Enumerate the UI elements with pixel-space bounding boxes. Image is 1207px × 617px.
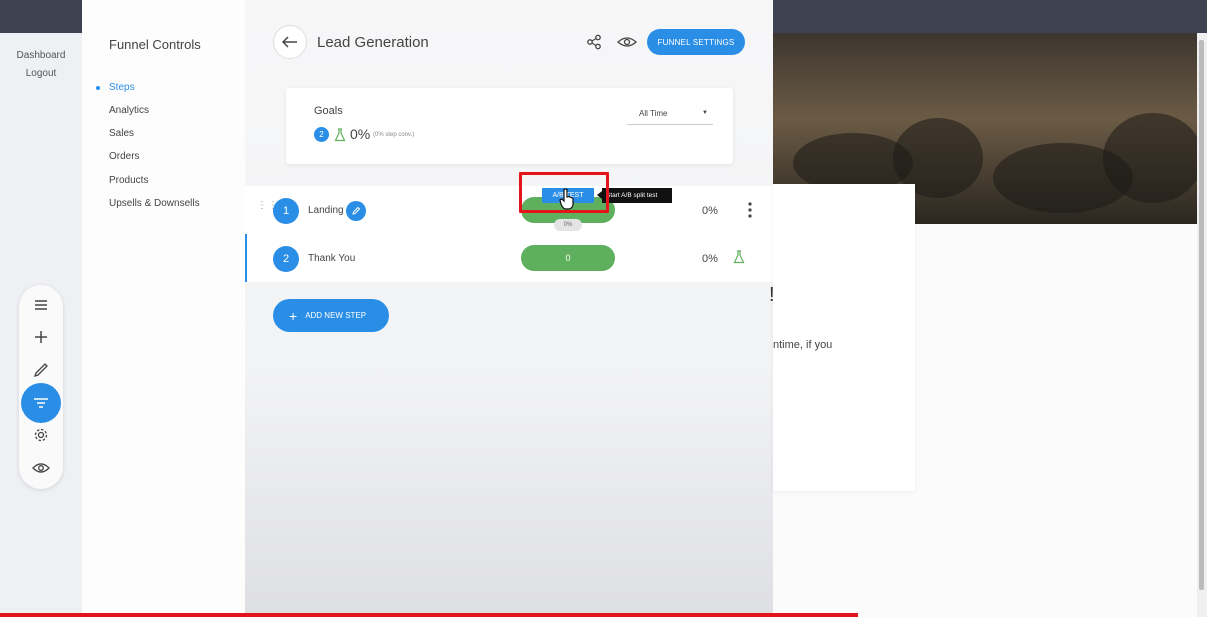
menu-icon[interactable] [19, 291, 63, 319]
goals-label: Goals [314, 105, 343, 117]
eye-icon[interactable] [19, 454, 63, 482]
step-row[interactable]: 2 Thank You 0 0% [245, 234, 773, 282]
step-name[interactable]: Landing [308, 205, 344, 216]
steps-list: ⋮⋮ 1 Landing 0% 0% 2 Thank You 0 0% [245, 186, 773, 282]
step-name[interactable]: Thank You [308, 253, 355, 264]
sidebar-title: Funnel Controls [109, 37, 201, 52]
tool-pill [19, 285, 63, 489]
step-row[interactable]: ⋮⋮ 1 Landing 0% 0% [245, 186, 773, 234]
add-step-label: ADD NEW STEP [305, 311, 367, 320]
brush-icon[interactable] [19, 356, 63, 384]
logout-link[interactable]: Logout [0, 68, 82, 79]
sidebar-item-sales[interactable]: Sales [109, 128, 134, 139]
preview-card: ! ntime, if you [769, 184, 915, 491]
page-preview: ! ntime, if you [769, 33, 1197, 617]
step-conv-badge: 0% [554, 219, 582, 231]
plus-icon[interactable] [19, 323, 63, 351]
scrollbar-thumb[interactable] [1199, 40, 1204, 590]
step-stats-pill[interactable]: 0 [521, 245, 615, 271]
goals-card: Goals 2 0% (0% step conv.) All Time ▼ [286, 88, 733, 164]
preview-text: ntime, if you [773, 339, 833, 351]
funnel-controls-sidebar: Funnel Controls Steps Analytics Sales Or… [82, 0, 245, 617]
step-number: 2 [273, 246, 299, 272]
dashboard-link[interactable]: Dashboard [0, 50, 82, 61]
step-number: 1 [273, 198, 299, 224]
funnel-icon[interactable] [21, 383, 61, 423]
add-new-step-button[interactable]: + ADD NEW STEP [273, 299, 389, 332]
ab-test-tooltip: Start A/B split test [597, 188, 672, 203]
sidebar-item-label: Steps [109, 82, 135, 93]
goals-count-badge: 2 [314, 127, 329, 142]
plus-icon: + [289, 307, 298, 324]
back-button[interactable] [273, 25, 307, 59]
app-strip: Dashboard Logout [0, 33, 82, 617]
funnel-settings-button[interactable]: FUNNEL SETTINGS [647, 29, 745, 55]
main-panel: Lead Generation FUNNEL SETTINGS Goals 2 … [245, 0, 773, 617]
goals-percent: 0% [350, 126, 371, 142]
drag-handle-icon[interactable]: ⋮⋮ [257, 201, 278, 216]
edit-pencil-icon[interactable] [346, 201, 366, 221]
hand-cursor-icon [559, 188, 574, 210]
sidebar-item-steps[interactable]: Steps [96, 82, 135, 93]
sidebar-item-upsells[interactable]: Upsells & Downsells [109, 198, 200, 209]
step-percent: 0% [702, 253, 718, 265]
preview-eye-icon[interactable] [616, 32, 638, 52]
goals-step-conv: (0% step conv.) [373, 132, 415, 138]
arrow-left-icon [282, 36, 297, 48]
more-options-icon[interactable] [747, 202, 753, 218]
step-percent: 0% [702, 205, 718, 217]
active-bullet [96, 86, 100, 90]
time-range-value: All Time [639, 109, 668, 118]
caret-down-icon: ▼ [702, 110, 708, 116]
video-progress-bar[interactable] [0, 613, 858, 617]
flask-icon[interactable] [733, 250, 745, 264]
flask-icon [334, 128, 346, 142]
preview-heading-mark: ! [769, 284, 775, 306]
page-title: Lead Generation [317, 34, 429, 51]
gear-icon[interactable] [19, 421, 63, 449]
sidebar-item-products[interactable]: Products [109, 175, 148, 186]
sidebar-item-analytics[interactable]: Analytics [109, 105, 149, 116]
time-range-select[interactable]: All Time ▼ [627, 106, 713, 125]
share-icon[interactable] [584, 32, 604, 52]
sidebar-item-orders[interactable]: Orders [109, 151, 140, 162]
